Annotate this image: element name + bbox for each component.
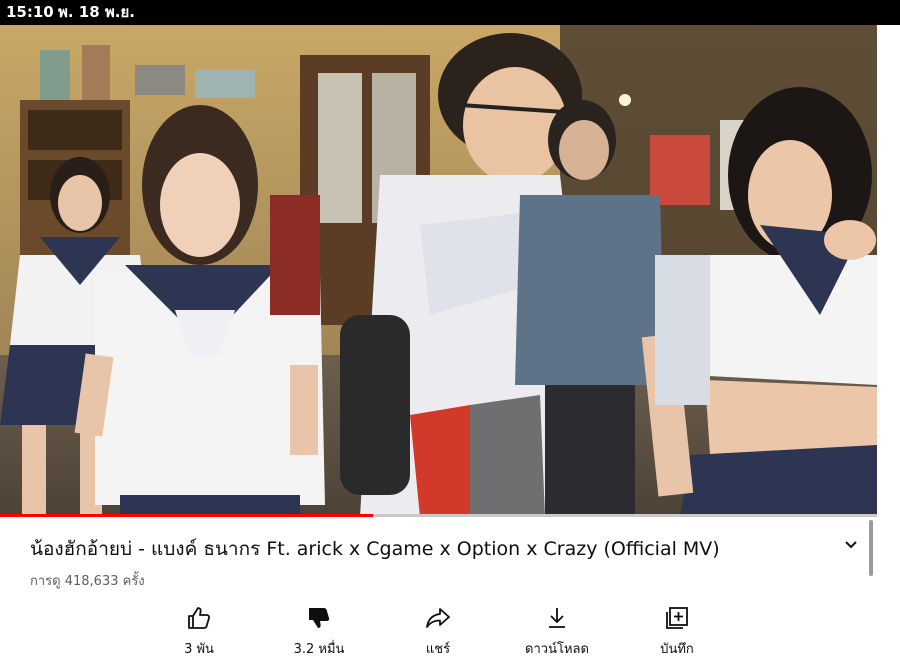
video-player[interactable]: [0, 25, 877, 517]
download-icon: [549, 608, 565, 628]
action-bar: 3 พัน 3.2 หมื่น แชร์ ดาวน์โหลด บันทึก: [0, 600, 900, 670]
video-progress-fill: [0, 514, 373, 517]
video-progress-bar[interactable]: [0, 514, 877, 517]
like-button[interactable]: 3 พัน: [144, 600, 254, 664]
dislike-count: 3.2 หมื่น: [293, 642, 345, 657]
status-time: 15:10: [6, 3, 54, 21]
status-date: พ. 18 พ.ย.: [58, 3, 135, 21]
share-button[interactable]: แชร์: [383, 600, 493, 664]
save-playlist-icon: [666, 607, 688, 629]
dislike-button[interactable]: 3.2 หมื่น: [264, 600, 374, 664]
thumbs-up-icon: [188, 607, 211, 629]
status-bar: 15:10 พ. 18 พ.ย.: [0, 0, 900, 25]
chevron-down-icon[interactable]: [840, 534, 862, 556]
view-count: การดู 418,633 ครั้ง: [30, 574, 145, 589]
thumbs-down-icon: [309, 608, 330, 628]
like-count: 3 พัน: [184, 642, 214, 657]
save-label: บันทึก: [660, 642, 694, 657]
share-label: แชร์: [425, 642, 451, 657]
download-label: ดาวน์โหลด: [525, 642, 589, 657]
download-button[interactable]: ดาวน์โหลด: [502, 600, 612, 664]
share-icon: [426, 608, 450, 628]
video-frame: [0, 25, 877, 517]
video-title[interactable]: น้องฮักอ้ายบ่ - แบงค์ ธนากร Ft. arick x …: [30, 534, 830, 564]
save-button[interactable]: บันทึก: [622, 600, 732, 664]
scrollbar[interactable]: [869, 520, 873, 576]
